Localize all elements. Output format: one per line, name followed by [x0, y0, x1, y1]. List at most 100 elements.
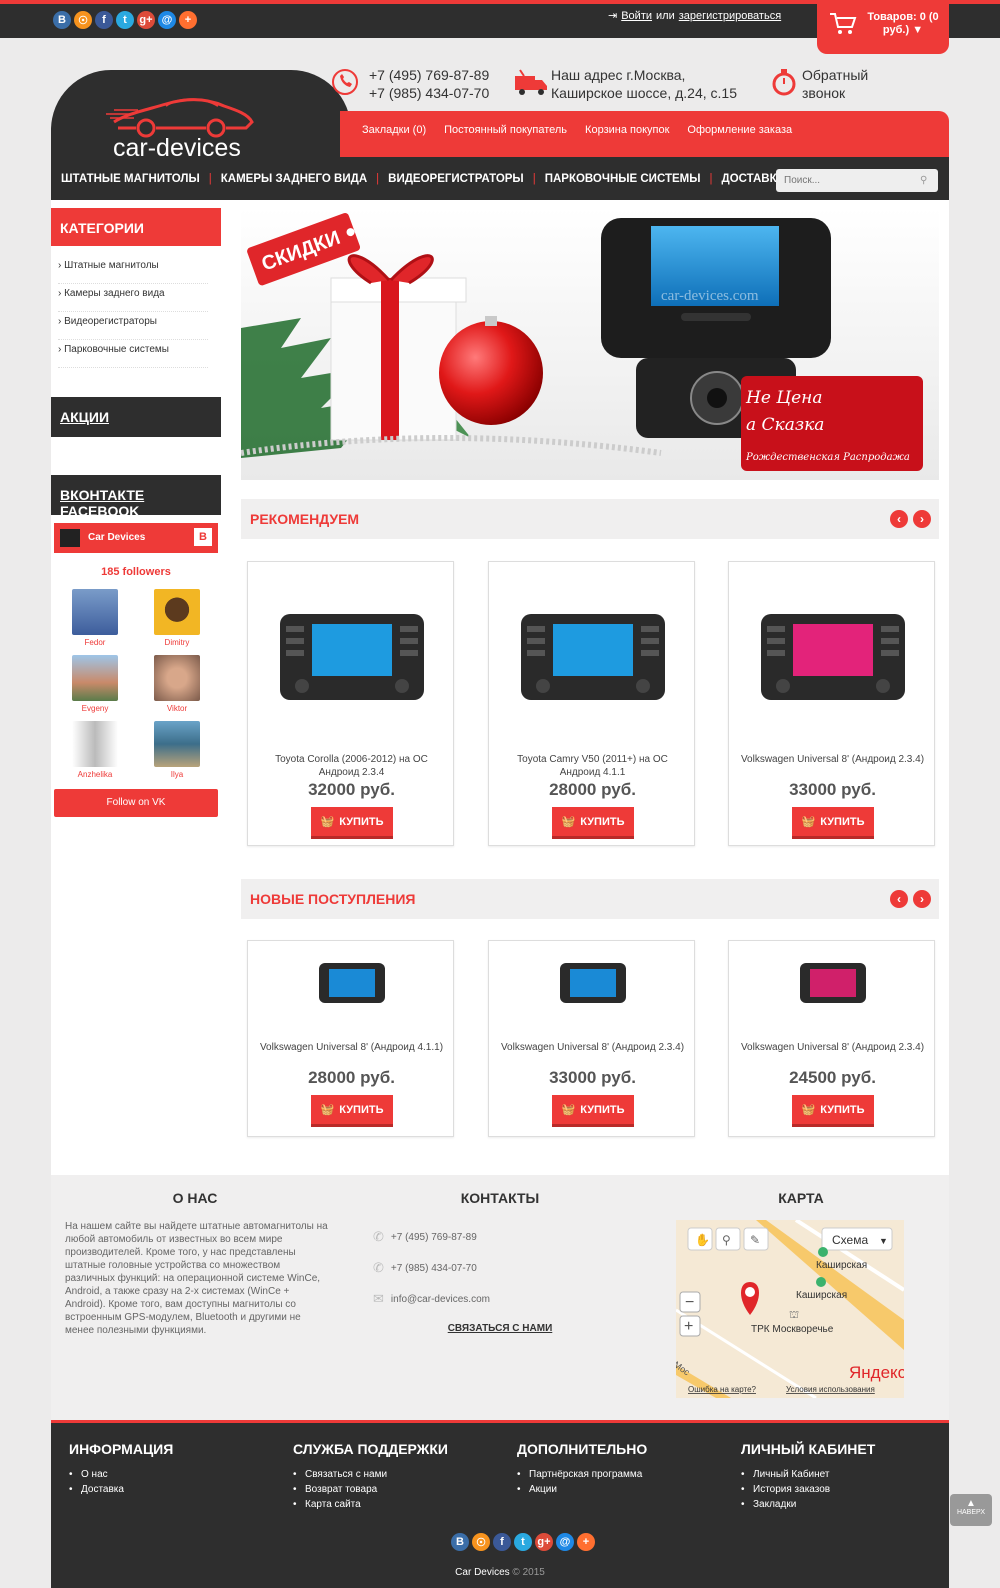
category-item[interactable]: › Парковочные системы [58, 340, 208, 368]
prev-arrow-icon[interactable]: ‹ [890, 890, 908, 908]
cart-button[interactable]: Товаров: 0 (0 руб.) ▼ [817, 0, 949, 54]
google-plus-icon[interactable]: g+ [535, 1533, 553, 1551]
nav-dashcams[interactable]: ВИДЕОРЕГИСТРАТОРЫ [388, 173, 524, 185]
chevron-down-icon: ▼ [912, 24, 924, 36]
member-name[interactable]: Fedor [65, 638, 125, 647]
product-image [318, 963, 385, 1003]
plus-icon[interactable]: + [179, 11, 197, 29]
footer-link[interactable]: История заказов [741, 1482, 875, 1497]
prev-arrow-icon[interactable]: ‹ [890, 510, 908, 528]
promo-banner[interactable]: СКИДКИ car-devices.com Не Цена а Сказка … [241, 208, 939, 480]
callback-link[interactable]: Обратный звонок [802, 66, 868, 102]
google-plus-icon[interactable]: g+ [137, 11, 155, 29]
product-image-wrap[interactable] [489, 602, 696, 717]
footer-phone-2[interactable]: ✆ +7 (985) 434-07-70 [373, 1260, 477, 1276]
footer-link[interactable]: Карта сайта [293, 1497, 448, 1512]
avatar[interactable] [72, 589, 118, 635]
odnoklassniki-icon[interactable]: ☉ [472, 1533, 490, 1551]
product-card[interactable]: Toyota Corolla (2006-2012) на ОС Андроид… [247, 561, 454, 846]
vk-icon[interactable]: B [451, 1533, 469, 1551]
menu-bookmarks[interactable]: Закладки (0) [362, 124, 426, 157]
footer-link[interactable]: Доставка [69, 1482, 173, 1497]
footer-email[interactable]: ✉ info@car-devices.com [373, 1291, 490, 1307]
menu-cart[interactable]: Корзина покупок [585, 124, 669, 157]
header-phone-1[interactable]: +7 (495) 769-87-89 [369, 66, 489, 84]
product-image-wrap[interactable] [248, 961, 455, 1010]
product-image-wrap[interactable] [729, 961, 936, 1010]
member-name[interactable]: Viktor [147, 704, 207, 713]
avatar[interactable] [72, 721, 118, 767]
nav-head-units[interactable]: ШТАТНЫЕ МАГНИТОЛЫ [61, 173, 200, 185]
buy-button[interactable]: 🧺 КУПИТЬ [311, 807, 393, 839]
footer-link[interactable]: Связаться с нами [293, 1467, 448, 1482]
yandex-map[interactable]: ✋ ⚲ ✎ Схема ▼ Каширская Каширская − + ⛫ … [676, 1220, 904, 1398]
product-card[interactable]: Volkswagen Universal 8' (Андроид 2.3.4) 3… [488, 940, 695, 1137]
product-image-wrap[interactable] [248, 602, 455, 717]
avatar[interactable] [154, 589, 200, 635]
nav-rear-cameras[interactable]: КАМЕРЫ ЗАДНЕГО ВИДА [221, 173, 367, 185]
header-phone-2[interactable]: +7 (985) 434-07-70 [369, 84, 489, 102]
footer-link[interactable]: Личный Кабинет [741, 1467, 875, 1482]
category-item[interactable]: › Видеорегистраторы [58, 312, 208, 340]
member-name[interactable]: Evgeny [65, 704, 125, 713]
product-name[interactable]: Volkswagen Universal 8' (Андроид 2.3.4) [499, 1041, 686, 1054]
mail-icon[interactable]: @ [556, 1533, 574, 1551]
odnoklassniki-icon[interactable]: ☉ [74, 11, 92, 29]
member-name[interactable]: Dimitry [147, 638, 207, 647]
footer-link[interactable]: Партнёрская программа [517, 1467, 647, 1482]
login-link[interactable]: Войти [621, 10, 652, 22]
footer-link[interactable]: Акции [517, 1482, 647, 1497]
promo-heading[interactable]: АКЦИИ [51, 397, 221, 437]
plus-icon[interactable]: + [577, 1533, 595, 1551]
avatar[interactable] [154, 655, 200, 701]
footer-link[interactable]: Закладки [741, 1497, 875, 1512]
member-name[interactable]: Anzhelika [65, 770, 125, 779]
footer-link[interactable]: Возврат товара [293, 1482, 448, 1497]
product-card[interactable]: Volkswagen Universal 8' (Андроид 2.3.4) 3… [728, 561, 935, 846]
twitter-icon[interactable]: t [514, 1533, 532, 1551]
buy-button[interactable]: 🧺 КУПИТЬ [792, 1095, 874, 1127]
buy-button[interactable]: 🧺 КУПИТЬ [552, 1095, 634, 1127]
search-icon[interactable]: ⚲ [920, 175, 927, 186]
next-arrow-icon[interactable]: › [913, 890, 931, 908]
product-name[interactable]: Volkswagen Universal 8' (Андроид 4.1.1) [258, 1041, 445, 1054]
facebook-tab[interactable]: FACEBOOK [60, 503, 139, 519]
facebook-icon[interactable]: f [95, 11, 113, 29]
vk-widget-header[interactable]: Car Devices B [54, 523, 218, 553]
mail-icon[interactable]: @ [158, 11, 176, 29]
product-name[interactable]: Volkswagen Universal 8' (Андроид 2.3.4) [739, 753, 926, 766]
vk-icon[interactable]: B [53, 11, 71, 29]
follow-vk-button[interactable]: Follow on VK [54, 789, 218, 817]
contact-us-link[interactable]: СВЯЗАТЬСЯ С НАМИ [370, 1323, 630, 1334]
facebook-icon[interactable]: f [493, 1533, 511, 1551]
product-image-wrap[interactable] [729, 602, 936, 717]
back-to-top-button[interactable]: ▲ НАВЕРХ [950, 1494, 992, 1526]
search-input[interactable] [776, 169, 938, 192]
category-item[interactable]: › Штатные магнитолы [58, 256, 208, 284]
next-arrow-icon[interactable]: › [913, 510, 931, 528]
avatar[interactable] [154, 721, 200, 767]
product-name[interactable]: Volkswagen Universal 8' (Андроид 2.3.4) [739, 1041, 926, 1054]
product-card[interactable]: Toyota Camry V50 (2011+) на ОС Андроид 4… [488, 561, 695, 846]
twitter-icon[interactable]: t [116, 11, 134, 29]
product-card[interactable]: Volkswagen Universal 8' (Андроид 4.1.1) 2… [247, 940, 454, 1137]
buy-button[interactable]: 🧺 КУПИТЬ [792, 807, 874, 839]
menu-regular-customer[interactable]: Постоянный покупатель [444, 124, 567, 157]
category-item[interactable]: › Камеры заднего вида [58, 284, 208, 312]
vk-tab[interactable]: ВКОНТАКТЕ [60, 487, 144, 503]
buy-button[interactable]: 🧺 КУПИТЬ [311, 1095, 393, 1127]
product-card[interactable]: Volkswagen Universal 8' (Андроид 2.3.4) 2… [728, 940, 935, 1137]
buy-button[interactable]: 🧺 КУПИТЬ [552, 807, 634, 839]
footer-link[interactable]: О нас [69, 1467, 173, 1482]
basket-icon: 🧺 [320, 1104, 335, 1116]
register-link[interactable]: зарегистрироваться [679, 10, 781, 22]
product-image [799, 963, 866, 1003]
member-name[interactable]: Ilya [147, 770, 207, 779]
product-name[interactable]: Toyota Camry V50 (2011+) на ОС Андроид 4… [499, 753, 686, 779]
footer-phone-1[interactable]: ✆ +7 (495) 769-87-89 [373, 1229, 477, 1245]
menu-checkout[interactable]: Оформление заказа [687, 124, 792, 157]
avatar[interactable] [72, 655, 118, 701]
product-image-wrap[interactable] [489, 961, 696, 1010]
nav-parking-systems[interactable]: ПАРКОВОЧНЫЕ СИСТЕМЫ [545, 173, 701, 185]
product-name[interactable]: Toyota Corolla (2006-2012) на ОС Андроид… [258, 753, 445, 779]
